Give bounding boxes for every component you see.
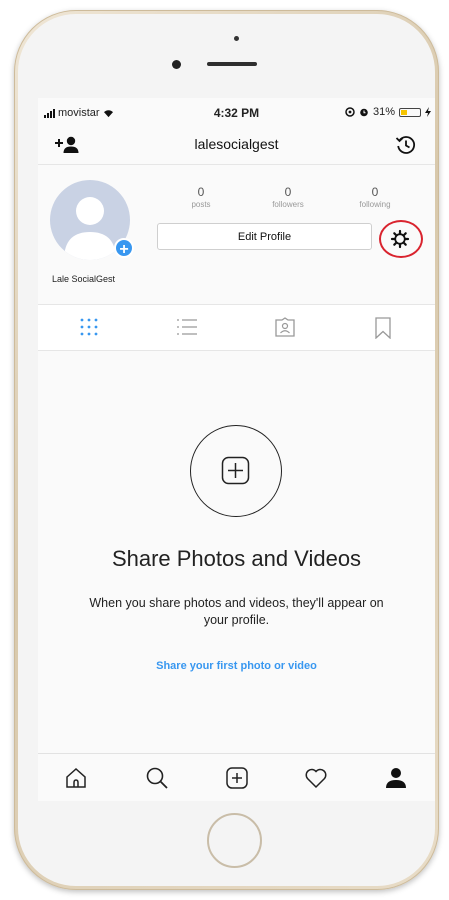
empty-state-title: Share Photos and Videos <box>111 546 362 571</box>
bottom-nav <box>38 753 435 801</box>
battery-percent: 31% <box>372 106 395 118</box>
tagged-icon[interactable] <box>274 317 296 337</box>
location-icon <box>345 107 355 117</box>
share-photo-circle[interactable] <box>190 425 282 517</box>
stat-value: 0 <box>371 185 379 199</box>
add-photo-icon <box>221 456 250 485</box>
stat-label: followers <box>272 200 304 209</box>
charging-icon <box>425 107 431 117</box>
profile-header: lalesocialgest <box>38 126 435 165</box>
stat-value: 0 <box>197 185 205 199</box>
heart-icon[interactable] <box>304 766 328 790</box>
stat-label: posts <box>191 200 211 209</box>
home-icon[interactable] <box>64 766 88 790</box>
stat-followers[interactable]: 0 followers <box>258 185 318 209</box>
header-username: lalesocialgest <box>194 136 279 152</box>
add-story-badge[interactable]: + <box>114 238 134 258</box>
stat-posts[interactable]: 0 posts <box>171 185 231 209</box>
gear-icon[interactable] <box>390 229 410 249</box>
front-sensor <box>234 36 239 41</box>
stat-following[interactable]: 0 following <box>345 185 405 209</box>
home-button[interactable] <box>207 813 262 868</box>
profile-tabs <box>38 304 435 351</box>
edit-profile-button[interactable]: Edit Profile <box>157 223 372 250</box>
earpiece-speaker <box>207 62 257 66</box>
bookmark-icon[interactable] <box>374 317 392 339</box>
profile-display-name: Lale SocialGest <box>52 274 116 284</box>
front-camera <box>172 60 181 69</box>
empty-state-text: When you share photos and videos, they'l… <box>89 596 384 627</box>
add-post-icon[interactable] <box>225 766 249 790</box>
search-icon[interactable] <box>145 766 169 790</box>
stat-label: following <box>359 200 391 209</box>
history-icon[interactable] <box>395 134 417 156</box>
grid-icon[interactable] <box>79 317 99 337</box>
app-screen: movistar 4:32 PM 31% lalesocialgest + La… <box>38 98 435 801</box>
list-icon[interactable] <box>176 317 198 337</box>
profile-icon[interactable] <box>384 766 408 790</box>
status-bar: movistar 4:32 PM 31% <box>38 98 435 126</box>
stat-value: 0 <box>284 185 292 199</box>
battery-icon <box>399 107 421 117</box>
battery-fill <box>401 109 407 115</box>
alarm-icon <box>360 108 368 117</box>
share-first-photo-link[interactable]: Share your first photo or video <box>38 660 435 672</box>
